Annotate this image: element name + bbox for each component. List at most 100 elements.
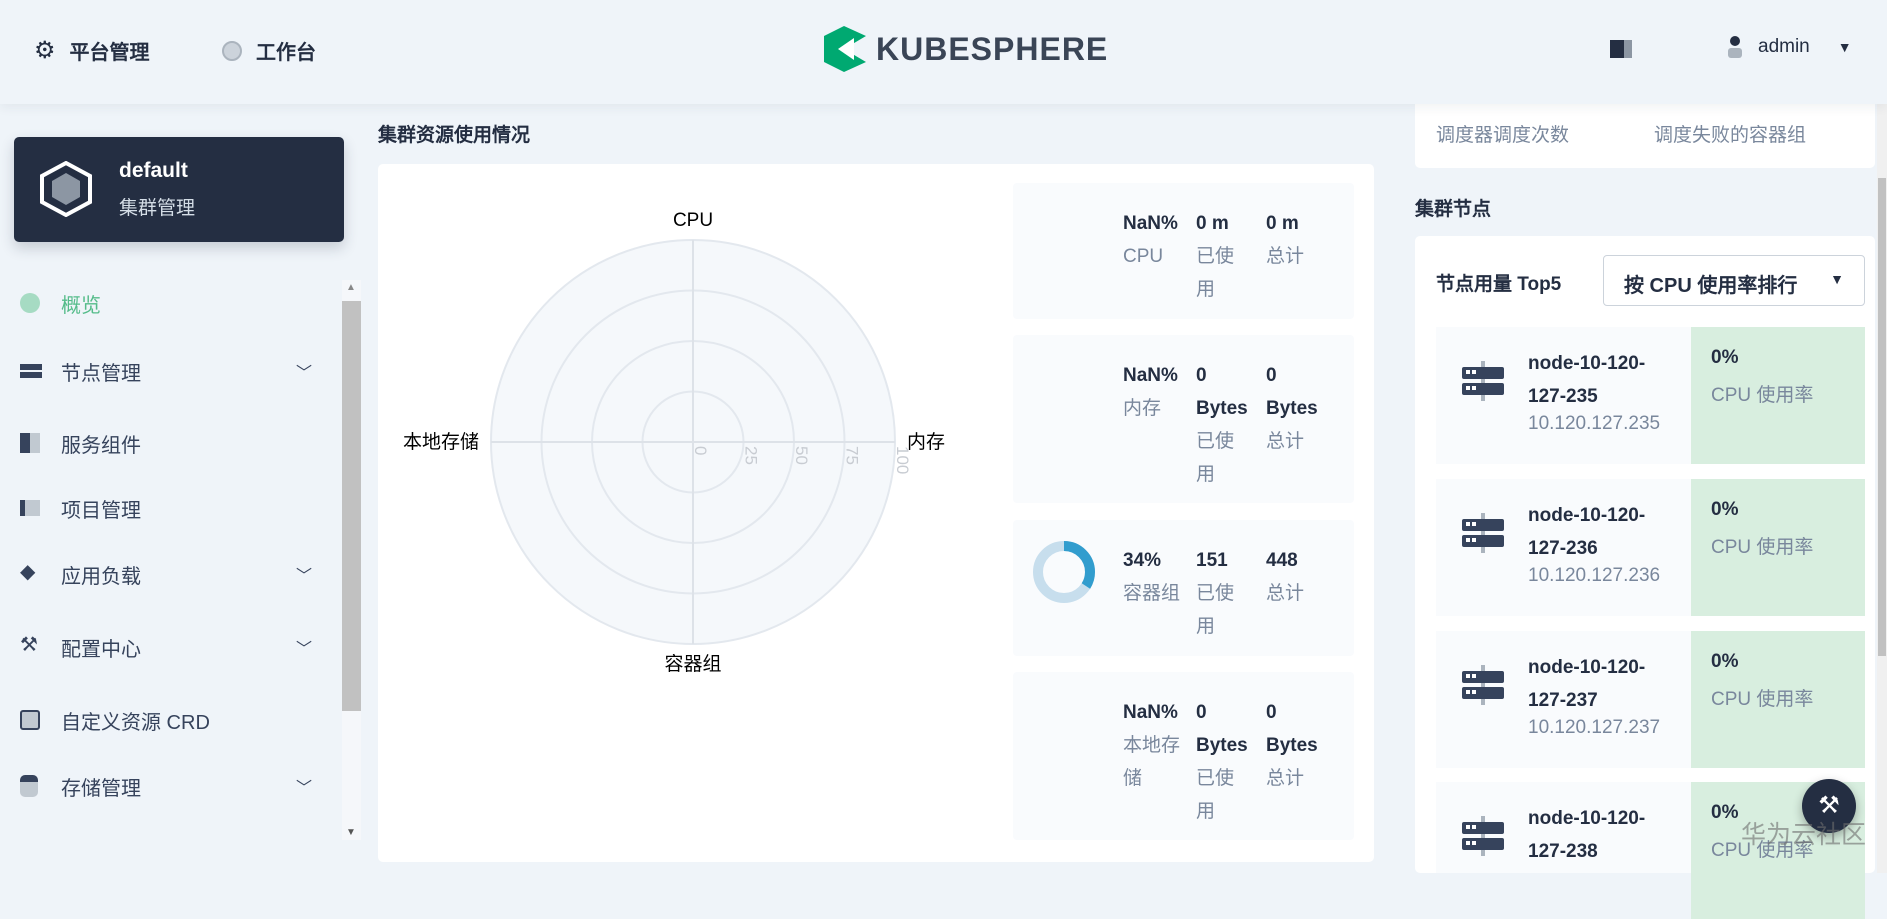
scrollbar-thumb[interactable] [342, 301, 361, 711]
stat-name: 本地存储 [1123, 735, 1181, 789]
chevron-down-icon: ﹀ [296, 641, 313, 658]
server-icon [1462, 361, 1504, 401]
user-icon [1728, 36, 1742, 58]
layers-icon: ◆ [20, 561, 36, 583]
sidebar-item-overview[interactable]: 概览 [0, 278, 340, 328]
stat-total-label: 总计 [1266, 246, 1305, 267]
sidebar-item-workloads[interactable]: ◆ 应用负载 ﹀ [0, 549, 340, 599]
radar-tick-label: 50 [792, 446, 811, 465]
stat-box: 34% 容器组 151 已使用 448 总计 [1013, 520, 1354, 656]
node-cpu-pct: 0% [1711, 651, 1739, 672]
cluster-card[interactable]: default 集群管理 [14, 137, 344, 242]
stat-used-col: 151 已使用 [1196, 544, 1252, 643]
stat-pct: 34% [1123, 550, 1162, 571]
stat-name: 容器组 [1123, 583, 1181, 604]
node-item[interactable]: node-10-120-127-236 10.120.127.236 0% CPU… [1436, 479, 1865, 616]
node-cpu-pct: 0% [1711, 499, 1739, 520]
kubesphere-logo[interactable]: KUBESPHERE [824, 26, 1108, 72]
node-name[interactable]: node-10-120-127-236 [1528, 499, 1668, 565]
cluster-subtitle: 集群管理 [119, 198, 196, 219]
sidebar-item-components[interactable]: 服务组件 [0, 418, 340, 468]
workbench-menu[interactable]: 工作台 [222, 36, 316, 65]
scroll-down-icon[interactable]: ▼ [346, 827, 356, 838]
node-cpu-label: CPU 使用率 [1711, 537, 1814, 558]
stat-total-label: 总计 [1266, 768, 1305, 789]
stat-pct: NaN% [1123, 365, 1178, 386]
server-icon [1462, 816, 1504, 856]
scheduler-count-label: 调度器调度次数 [1436, 125, 1570, 146]
stat-name: 内存 [1123, 398, 1162, 419]
stat-pct: NaN% [1123, 702, 1178, 723]
pod-usage-donut [1033, 541, 1095, 603]
stat-used-col: 0 Bytes 已使用 [1196, 696, 1252, 828]
sort-select[interactable]: 按 CPU 使用率排行 ▼ [1603, 255, 1865, 306]
node-name[interactable]: node-10-120-127-238 [1528, 802, 1668, 868]
stat-used-col: 0 m 已使用 [1196, 207, 1252, 306]
scheduler-card: 调度器调度次数 调度失败的容器组 [1415, 96, 1875, 168]
stat-total-label: 总计 [1266, 431, 1305, 452]
node-cpu-label: CPU 使用率 [1711, 385, 1814, 406]
sidebar-scrollbar[interactable]: ▲ ▼ [342, 280, 361, 840]
stat-used: 151 [1196, 550, 1228, 571]
radar-axis-label: 本地存储 [403, 431, 479, 453]
database-icon [20, 775, 38, 797]
gear-icon: ⚙ [34, 37, 56, 64]
dashboard-icon [222, 40, 242, 61]
sidebar-item-crd[interactable]: 自定义资源 CRD [0, 695, 340, 745]
stat-total: 0 m [1266, 213, 1299, 234]
node-ip: 10.120.127.236 [1528, 565, 1661, 586]
sidebar-item-storage[interactable]: 存储管理 ﹀ [0, 761, 340, 811]
stat-pct-col: 34% 容器组 [1123, 544, 1185, 610]
stat-used-label: 已使用 [1196, 768, 1235, 822]
node-usage: 0% CPU 使用率 [1691, 327, 1865, 464]
node-ip: 10.120.127.237 [1528, 717, 1661, 738]
radar-tick-label: 100 [893, 446, 912, 474]
book-icon[interactable] [1610, 40, 1632, 58]
caret-down-icon: ▼ [1830, 271, 1844, 287]
stat-pct-col: NaN% 内存 [1123, 359, 1185, 425]
stat-box: NaN% 内存 0 Bytes 已使用 0 Bytes 总计 [1013, 335, 1354, 503]
stat-total: 0 Bytes [1266, 702, 1318, 756]
stat-used: 0 Bytes [1196, 702, 1248, 756]
scheduler-failed-label: 调度失败的容器组 [1654, 125, 1807, 146]
radar-axis-label: CPU [673, 210, 713, 231]
chevron-down-icon: ﹀ [296, 365, 313, 382]
stat-total-col: 0 Bytes 总计 [1266, 359, 1322, 458]
scroll-up-icon[interactable]: ▲ [346, 282, 356, 293]
radar-tick-label: 25 [742, 446, 761, 465]
sidebar-item-projects[interactable]: 项目管理 [0, 483, 340, 533]
project-icon [20, 500, 40, 516]
stat-used-label: 已使用 [1196, 246, 1235, 300]
hammer-icon: ⚒ [20, 634, 38, 656]
crd-icon [20, 710, 40, 730]
sidebar-item-nodes[interactable]: 节点管理 ﹀ [0, 346, 340, 396]
radar-tick-label: 75 [843, 446, 862, 465]
cluster-name: default [119, 159, 188, 182]
components-icon [20, 433, 40, 453]
top5-label: 节点用量 Top5 [1436, 274, 1562, 295]
node-item[interactable]: node-10-120-127-235 10.120.127.235 0% CPU… [1436, 327, 1865, 464]
chevron-down-icon: ﹀ [296, 780, 313, 797]
logo-icon [824, 26, 866, 72]
stat-name: CPU [1123, 246, 1164, 267]
user-menu[interactable]: admin ▼ [1728, 36, 1852, 58]
caret-down-icon: ▼ [1837, 39, 1852, 55]
stat-box: NaN% CPU 0 m 已使用 0 m 总计 [1013, 183, 1354, 319]
stat-total-col: 0 m 总计 [1266, 207, 1322, 273]
sidebar-item-config[interactable]: ⚒ 配置中心 ﹀ [0, 622, 340, 672]
platform-menu[interactable]: ⚙ 平台管理 [34, 36, 150, 65]
stat-total-col: 0 Bytes 总计 [1266, 696, 1322, 795]
page-scrollbar[interactable] [1877, 104, 1887, 873]
top-header: ⚙ 平台管理 工作台 KUBESPHERE admin ▼ [0, 0, 1887, 104]
stat-total: 0 Bytes [1266, 365, 1318, 419]
stat-total-label: 总计 [1266, 583, 1305, 604]
node-item[interactable]: node-10-120-127-237 10.120.127.237 0% CPU… [1436, 631, 1865, 768]
node-name[interactable]: node-10-120-127-235 [1528, 347, 1668, 413]
scrollbar-thumb[interactable] [1878, 178, 1886, 656]
chevron-down-icon: ﹀ [296, 568, 313, 585]
stat-used-label: 已使用 [1196, 583, 1235, 637]
stat-used: 0 Bytes [1196, 365, 1248, 419]
node-name[interactable]: node-10-120-127-237 [1528, 651, 1668, 717]
stat-total-col: 448 总计 [1266, 544, 1322, 610]
server-icon [1462, 513, 1504, 553]
